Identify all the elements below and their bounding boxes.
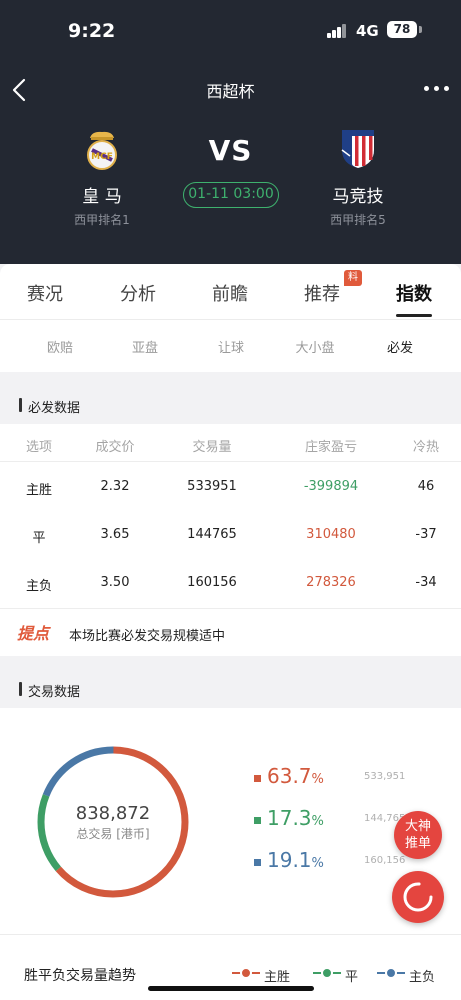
row-volume: 160156 — [187, 575, 237, 590]
bifa-section-header: 必发数据 — [0, 388, 461, 422]
row-price: 2.32 — [100, 479, 130, 494]
section-title: 交易数据 — [28, 685, 81, 700]
stat-color-marker — [254, 859, 261, 866]
subtab-european-odds[interactable]: 欧赔 — [30, 337, 90, 356]
total-volume-label: 总交易 [港币] — [76, 827, 150, 841]
kickoff-time: 01-11 03:00 — [183, 182, 279, 208]
trend-title: 胜平负交易量趋势 — [24, 968, 136, 984]
stat-percent: 63.7% — [267, 764, 324, 788]
tab-analysis[interactable]: 分析 — [103, 280, 173, 306]
col-price: 成交价 — [95, 440, 135, 455]
section-marker — [19, 682, 22, 696]
away-team-name: 马竞技 — [332, 187, 384, 207]
table-row: 平 3.65 144765 310480 -37 — [0, 512, 461, 560]
master-picks-label-2: 推单 — [404, 836, 431, 851]
row-option: 主负 — [25, 579, 52, 594]
tab-live[interactable]: 赛况 — [10, 280, 80, 306]
row-price: 3.65 — [100, 527, 130, 542]
tip-text: 本场比赛必发交易规模适中 — [69, 629, 226, 644]
stat-volume: 533,951 — [364, 771, 406, 782]
page-title: 西超杯 — [206, 82, 255, 101]
stat-color-marker — [254, 817, 261, 824]
tab-preview[interactable]: 前瞻 — [195, 280, 265, 306]
col-option: 选项 — [25, 440, 52, 455]
signal-icon — [327, 24, 349, 38]
tip-logo-icon: 提点 — [17, 624, 51, 643]
subtab-betfair[interactable]: 必发 — [370, 337, 430, 356]
master-picks-label-1: 大神 — [404, 819, 431, 834]
col-volume: 交易量 — [192, 440, 232, 455]
row-volume: 144765 — [187, 527, 237, 542]
tip-banner: 提点 本场比赛必发交易规模适中 — [0, 608, 461, 656]
trade-section-header: 交易数据 — [0, 672, 461, 706]
odds-subtabs: 欧赔 亚盘 让球 大小盘 必发 — [0, 320, 461, 372]
more-options-icon[interactable] — [424, 84, 450, 94]
away-team-rank: 西甲排名5 — [330, 213, 386, 227]
home-indicator — [148, 986, 314, 991]
section-title: 必发数据 — [28, 401, 81, 416]
legend-dot — [321, 967, 333, 979]
master-picks-button[interactable]: 大神 推单 — [394, 811, 442, 859]
table-row: 主负 3.50 160156 278326 -34 — [0, 560, 461, 608]
section-marker — [19, 398, 22, 412]
row-pnl: 278326 — [306, 575, 356, 590]
row-option: 主胜 — [25, 483, 52, 498]
subtab-over-under[interactable]: 大小盘 — [285, 337, 345, 356]
recommend-badge: 料 — [344, 270, 362, 286]
row-price: 3.50 — [100, 575, 130, 590]
legend-dot — [385, 967, 397, 979]
legend-label: 主负 — [409, 970, 436, 985]
main-tabs: 赛况 分析 前瞻 推荐 指数 — [0, 264, 461, 320]
total-volume-value: 838,872 — [75, 803, 151, 824]
match-header: 9:22 4G 78 西超杯 MCF 皇 马 西甲排名1 VS 01-11 03… — [0, 0, 461, 264]
home-team-rank: 西甲排名1 — [74, 213, 130, 227]
stat-color-marker — [254, 775, 261, 782]
refresh-button[interactable] — [392, 871, 444, 923]
row-option: 平 — [32, 531, 46, 546]
status-bar: 9:22 4G 78 — [0, 0, 461, 60]
table-header: 选项 成交价 交易量 庄家盈亏 冷热 — [0, 424, 461, 462]
col-pnl: 庄家盈亏 — [304, 440, 357, 455]
tab-active-underline — [396, 314, 432, 317]
row-pnl: 310480 — [306, 527, 356, 542]
row-pnl: -399894 — [303, 479, 359, 494]
away-team-crest-icon — [341, 130, 374, 168]
stat-volume: 160,156 — [364, 855, 406, 866]
battery-icon: 78 — [387, 21, 417, 38]
stat-percent: 17.3% — [267, 806, 324, 830]
vs-label: VS — [208, 134, 253, 167]
stat-percent: 19.1% — [267, 848, 324, 872]
row-heat: 46 — [417, 479, 435, 494]
row-volume: 533951 — [187, 479, 237, 494]
battery-nub — [419, 26, 422, 33]
row-heat: -37 — [415, 527, 437, 542]
svg-text:提点: 提点 — [17, 624, 51, 643]
home-team-name: 皇 马 — [82, 187, 122, 207]
col-heat: 冷热 — [412, 440, 439, 455]
legend-label: 平 — [345, 970, 359, 985]
legend-dot — [240, 967, 252, 979]
subtab-asian-handicap[interactable]: 亚盘 — [115, 337, 175, 356]
status-time: 9:22 — [68, 20, 116, 42]
subtab-handicap[interactable]: 让球 — [201, 337, 261, 356]
bifa-table: 选项 成交价 交易量 庄家盈亏 冷热 主胜 2.32 533951 -39989… — [0, 424, 461, 608]
network-type: 4G — [356, 22, 379, 40]
row-heat: -34 — [415, 575, 437, 590]
legend-label: 主胜 — [264, 970, 291, 985]
table-row: 主胜 2.32 533951 -399894 46 — [0, 464, 461, 512]
refresh-icon — [403, 882, 433, 912]
tab-index[interactable]: 指数 — [379, 280, 449, 306]
